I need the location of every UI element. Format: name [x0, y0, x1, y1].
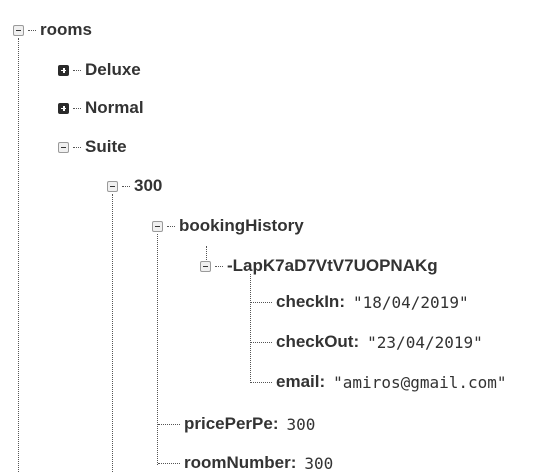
key-separator: : — [353, 332, 360, 351]
plus-square-icon[interactable] — [58, 64, 69, 76]
database-tree: rooms Deluxe Normal Suite 300 bookingHis… — [0, 0, 555, 475]
tree-leaf-checkout: checkOut : "23/04/2019" — [276, 330, 483, 354]
tree-connector — [250, 274, 251, 383]
node-value[interactable]: "18/04/2019" — [353, 293, 469, 312]
node-value[interactable]: 300 — [287, 415, 316, 434]
tree-connector — [157, 234, 158, 465]
node-value[interactable]: 300 — [304, 454, 333, 473]
key-separator: : — [319, 372, 326, 391]
tree-node-rooms: rooms — [13, 18, 92, 42]
node-key[interactable]: -LapK7aD7VtV7UOPNAKg — [227, 256, 438, 276]
tree-node-suite: Suite — [58, 135, 127, 159]
node-key[interactable]: Suite — [85, 137, 127, 157]
node-key[interactable]: checkIn — [276, 292, 339, 312]
tree-node-normal: Normal — [58, 96, 144, 120]
minus-square-icon[interactable] — [200, 260, 211, 272]
tree-node-300: 300 — [107, 174, 162, 198]
key-separator: : — [339, 292, 345, 311]
tree-connector — [158, 424, 180, 425]
node-key[interactable]: Deluxe — [85, 60, 141, 80]
node-key[interactable]: email — [276, 372, 319, 392]
node-key[interactable]: Normal — [85, 98, 144, 118]
node-key[interactable]: roomNumber — [184, 453, 291, 473]
node-value[interactable]: "23/04/2019" — [367, 333, 483, 352]
plus-square-icon[interactable] — [58, 102, 69, 114]
tree-leaf-email: email : "amiros@gmail.com" — [276, 370, 507, 394]
tree-connector — [251, 302, 272, 303]
tree-connector — [18, 38, 19, 472]
tree-node-deluxe: Deluxe — [58, 58, 141, 82]
node-key[interactable]: bookingHistory — [179, 216, 304, 236]
node-key[interactable]: 300 — [134, 176, 162, 196]
node-value[interactable]: "amiros@gmail.com" — [333, 373, 506, 392]
node-key[interactable]: checkOut — [276, 332, 353, 352]
node-key[interactable]: pricePerPe — [184, 414, 273, 434]
tree-connector — [251, 382, 272, 383]
minus-square-icon[interactable] — [152, 220, 163, 232]
node-key[interactable]: rooms — [40, 20, 92, 40]
tree-node-booking-id: -LapK7aD7VtV7UOPNAKg — [200, 254, 438, 278]
minus-square-icon[interactable] — [107, 180, 118, 192]
tree-node-booking-history: bookingHistory — [152, 214, 304, 238]
minus-square-icon[interactable] — [58, 141, 69, 153]
tree-leaf-checkin: checkIn : "18/04/2019" — [276, 290, 469, 314]
minus-square-icon[interactable] — [13, 24, 24, 36]
key-separator: : — [272, 414, 279, 433]
tree-leaf-room-number: roomNumber : 300 — [184, 451, 333, 475]
tree-leaf-price-per-pe: pricePerPe : 300 — [184, 412, 315, 436]
tree-connector — [251, 342, 272, 343]
tree-connector — [158, 463, 180, 464]
tree-connector — [112, 194, 113, 472]
key-separator: : — [290, 453, 297, 472]
